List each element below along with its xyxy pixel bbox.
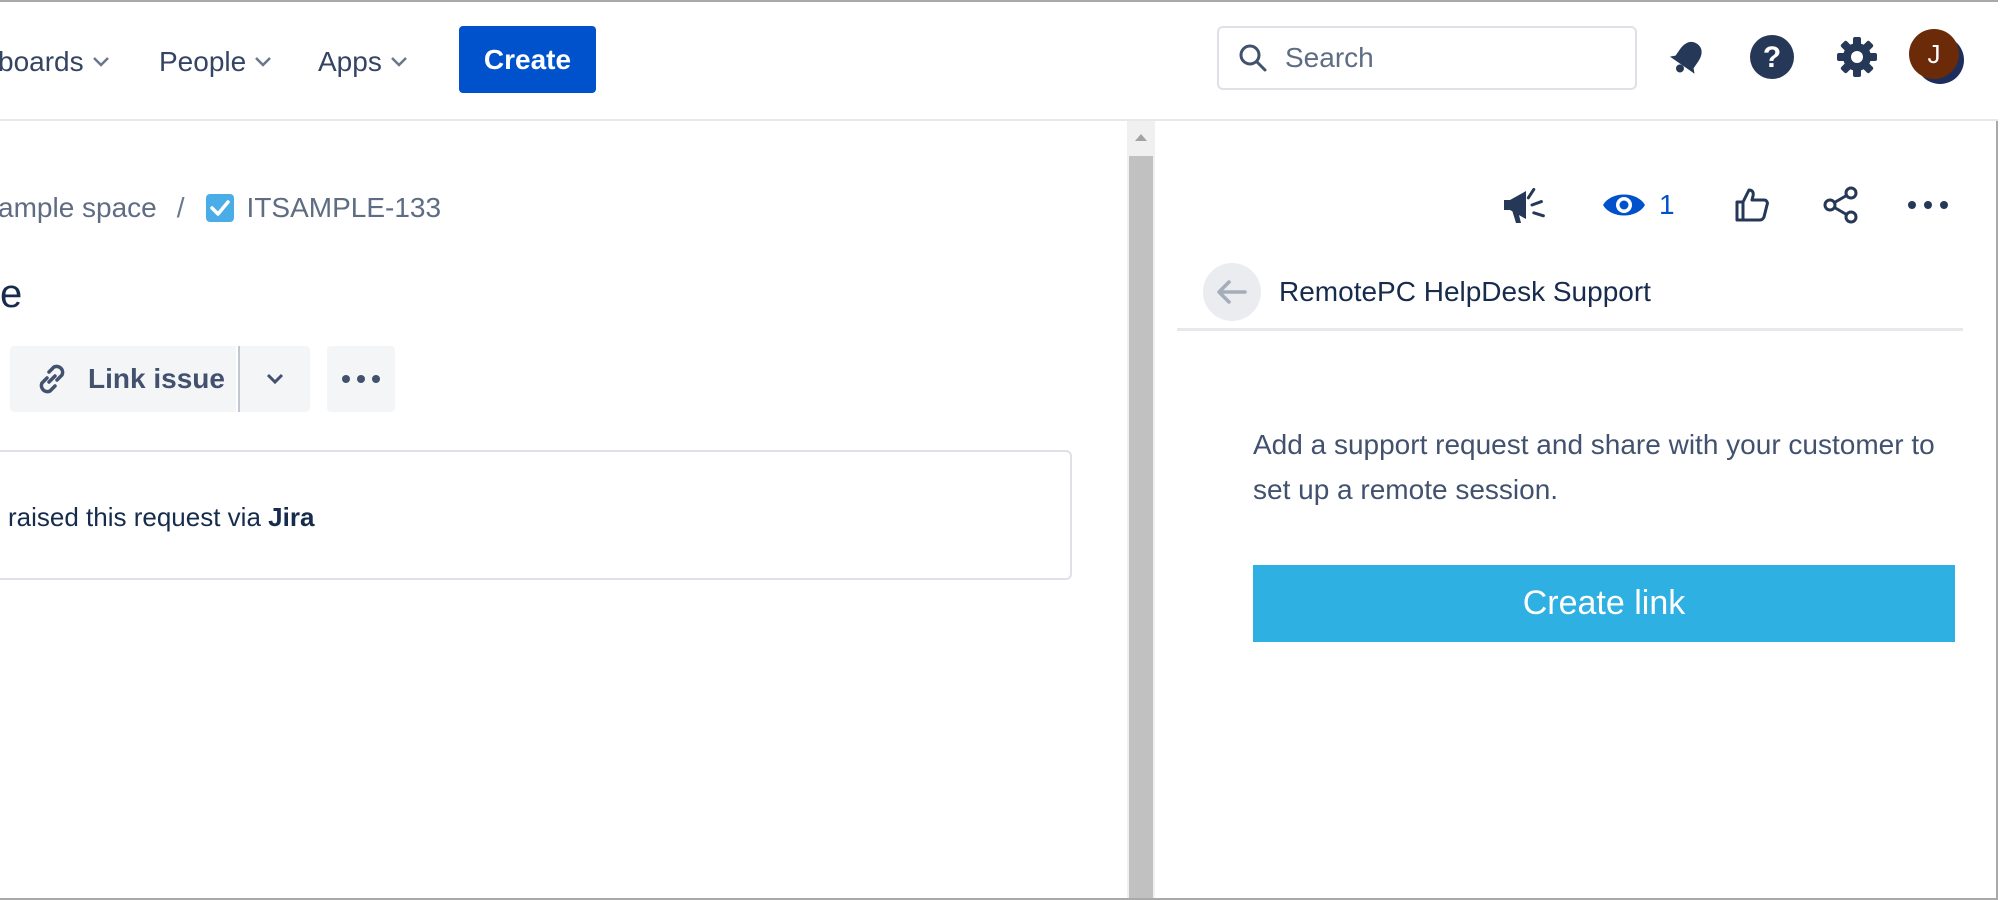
search-input[interactable] (1283, 41, 1617, 75)
arrow-left-icon (1217, 280, 1247, 304)
gear-icon (1837, 37, 1877, 77)
breadcrumb-issue-key[interactable]: ITSAMPLE-133 (247, 192, 442, 224)
share-button[interactable] (1820, 180, 1862, 230)
thumbs-up-icon (1735, 188, 1769, 222)
request-info-card: raised this request via Jira (0, 450, 1072, 580)
create-button[interactable]: Create (459, 26, 596, 93)
nav-dashboards-label: boards (0, 46, 84, 77)
request-raised-text: raised this request via Jira (8, 502, 314, 533)
vertical-scrollbar[interactable] (1127, 121, 1155, 898)
more-horizontal-icon (1908, 201, 1948, 209)
more-horizontal-icon (342, 375, 380, 383)
breadcrumb-separator: / (176, 192, 185, 223)
eye-icon (1603, 194, 1645, 216)
nav-people-label: People (159, 46, 247, 77)
chevron-down-icon (92, 57, 109, 67)
bell-icon (1669, 41, 1702, 74)
scroll-up-button[interactable] (1127, 121, 1155, 153)
nav-apps-label: Apps (318, 46, 382, 77)
link-issue-button[interactable]: Link issue (10, 346, 236, 412)
issue-more-button[interactable] (1907, 180, 1949, 230)
request-prefix: raised this request via (8, 502, 269, 532)
chevron-down-icon (266, 373, 284, 385)
nav-people[interactable]: People (159, 42, 272, 82)
search-icon (1239, 44, 1267, 72)
app-panel-title: RemotePC HelpDesk Support (1279, 276, 1651, 307)
app-panel-header: RemotePC HelpDesk Support (1177, 256, 1963, 331)
chevron-down-icon (390, 57, 407, 67)
more-actions-button[interactable] (327, 346, 395, 412)
chevron-down-icon (255, 57, 272, 67)
checkbox-task-icon (205, 194, 234, 222)
feedback-button[interactable] (1500, 180, 1548, 230)
watch-count: 1 (1659, 189, 1675, 220)
create-link-button[interactable]: Create link (1253, 565, 1955, 642)
link-issue-label: Link issue (88, 363, 225, 394)
back-button[interactable] (1203, 263, 1261, 321)
user-avatar[interactable]: J (1909, 29, 1959, 79)
link-issue-dropdown-button[interactable] (240, 346, 310, 412)
top-navigation: boards People Apps Create ? (0, 2, 1998, 121)
nav-apps[interactable]: Apps (318, 42, 408, 82)
help-icon: ? (1750, 35, 1794, 79)
breadcrumb: ample space / ITSAMPLE-133 (0, 188, 441, 228)
watch-button[interactable]: 1 (1601, 180, 1675, 230)
settings-button[interactable] (1832, 32, 1882, 82)
breadcrumb-space[interactable]: ample space (0, 192, 157, 224)
avatar-initial: J (1927, 38, 1941, 69)
notifications-button[interactable] (1663, 32, 1713, 82)
request-channel: Jira (268, 502, 315, 532)
svg-text:?: ? (1763, 41, 1781, 74)
share-icon (1823, 186, 1858, 224)
help-button[interactable]: ? (1747, 32, 1797, 82)
search-box[interactable] (1217, 26, 1637, 90)
megaphone-icon (1504, 187, 1545, 223)
triangle-up-icon (1135, 134, 1147, 141)
issue-title: e (0, 272, 23, 316)
link-icon (39, 364, 65, 394)
app-panel-description: Add a support request and share with you… (1253, 429, 1935, 505)
scroll-thumb[interactable] (1129, 156, 1153, 898)
nav-dashboards[interactable]: boards (0, 42, 110, 82)
vote-button[interactable] (1732, 180, 1772, 230)
